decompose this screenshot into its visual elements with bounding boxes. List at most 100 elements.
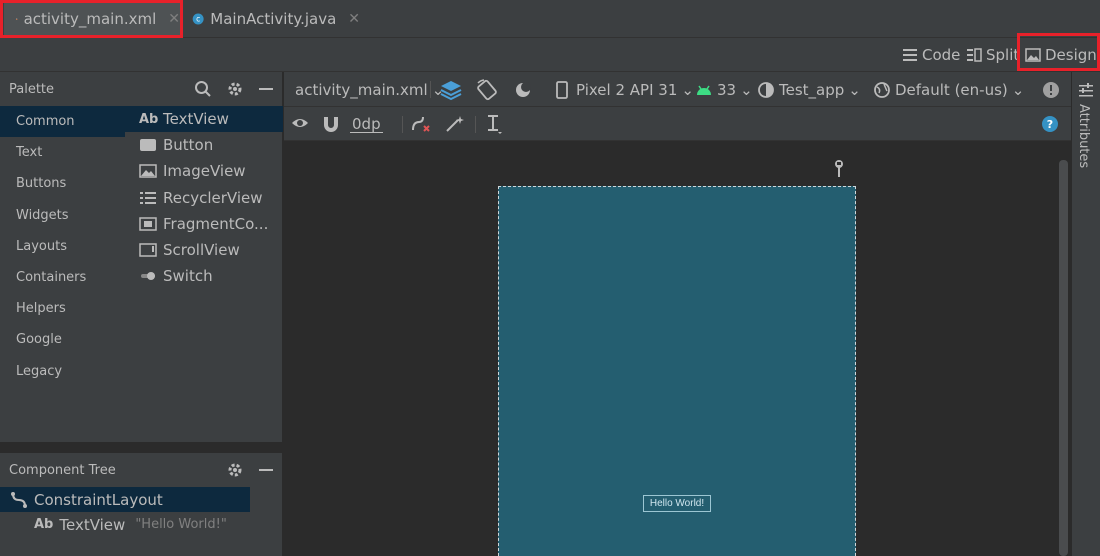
minimize-icon[interactable]	[258, 461, 274, 479]
attributes-strip: Attributes	[1071, 72, 1100, 556]
hello-world-textview[interactable]: Hello World!	[643, 495, 711, 512]
palette-category[interactable]: Text	[0, 137, 125, 168]
design-toolbar-bottom: 0dp ?	[284, 107, 1071, 141]
textview-icon: Ab	[34, 517, 54, 532]
android-icon	[697, 85, 711, 95]
tree-item-label: ConstraintLayout	[34, 490, 163, 509]
locale-label: Default (en-us)	[895, 80, 1008, 99]
svg-text:c: c	[196, 15, 200, 24]
divider	[430, 81, 431, 98]
api-selector[interactable]: 33 ⌄	[695, 72, 753, 107]
close-icon[interactable]: ✕	[348, 11, 360, 27]
chevron-down-icon: ⌄	[681, 80, 694, 99]
palette-header: Palette	[0, 72, 282, 106]
palette-title: Palette	[9, 81, 55, 97]
help-button[interactable]: ?	[1041, 107, 1059, 141]
recyclerview-icon	[139, 191, 159, 205]
scrollview-icon	[139, 243, 159, 257]
api-label: 33	[717, 80, 737, 99]
minimize-icon[interactable]	[258, 80, 274, 98]
tree-item-constraintlayout[interactable]: ConstraintLayout	[0, 487, 250, 512]
warning-icon	[1043, 81, 1059, 98]
palette-category[interactable]: Helpers	[0, 293, 125, 324]
highlight-box-design	[1017, 33, 1100, 71]
theme-icon	[758, 81, 774, 98]
constraint-layout-icon	[11, 491, 27, 508]
device-selector[interactable]: Pixel 2 API 31 ⌄	[554, 72, 694, 107]
attributes-tab[interactable]: Attributes	[1076, 104, 1091, 168]
help-icon: ?	[1042, 116, 1058, 132]
file-selector[interactable]: activity_main.xml ⌄	[295, 72, 444, 107]
sliders-icon	[1079, 83, 1093, 97]
design-toolbar-top: activity_main.xml ⌄ Pixel 2 API 31 ⌄ 33 …	[284, 72, 1071, 107]
clear-constraints-icon	[412, 116, 430, 132]
tab-main-activity[interactable]: c MainActivity.java ✕	[190, 0, 360, 38]
view-mode-bar: Code Split Design	[0, 38, 1100, 72]
palette-category[interactable]: Legacy	[0, 356, 125, 387]
palette-item-scrollview[interactable]: ScrollView	[125, 237, 283, 263]
palette-item-recyclerview[interactable]: RecyclerView	[125, 185, 283, 211]
theme-selector[interactable]: Test_app ⌄	[757, 72, 861, 107]
default-margin-button[interactable]: 0dp	[350, 107, 383, 141]
svg-text:?: ?	[1047, 118, 1053, 131]
palette-items: Ab TextView Button ImageView RecyclerVie…	[125, 106, 283, 442]
globe-icon	[874, 81, 890, 98]
autoconnect-button[interactable]	[321, 107, 341, 141]
palette-category[interactable]: Buttons	[0, 168, 125, 199]
orientation-button[interactable]	[475, 72, 499, 107]
code-mode-label: Code	[922, 46, 961, 64]
palette-item-fragment[interactable]: FragmentCo...	[125, 211, 283, 237]
palette-item-textview[interactable]: Ab TextView	[125, 106, 283, 133]
guidelines-button[interactable]	[484, 107, 504, 141]
switch-icon	[139, 269, 159, 283]
palette-item-label: Button	[163, 136, 214, 155]
locale-selector[interactable]: Default (en-us) ⌄	[873, 72, 1024, 107]
palette-item-label: ScrollView	[163, 241, 240, 260]
gear-icon[interactable]	[226, 80, 244, 98]
code-mode-button[interactable]: Code	[902, 38, 960, 72]
tree-item-textview[interactable]: Ab TextView "Hello World!"	[0, 512, 282, 537]
textview-icon: Ab	[139, 111, 159, 127]
component-tree-panel: Component Tree ConstraintLayout Ab TextV…	[0, 452, 283, 556]
magnet-icon	[324, 117, 338, 132]
eye-icon	[292, 119, 308, 127]
fragment-icon	[139, 217, 159, 231]
rotate-icon	[477, 78, 497, 100]
split-mode-button[interactable]: Split	[966, 38, 1019, 72]
component-tree-header: Component Tree	[0, 453, 282, 487]
clear-constraints-button[interactable]	[410, 107, 432, 141]
palette-categories: Common Text Buttons Widgets Layouts Cont…	[0, 106, 125, 442]
divider	[475, 116, 476, 133]
palette-category[interactable]: Common	[0, 106, 125, 138]
night-mode-button[interactable]	[512, 72, 536, 107]
highlight-box-tab	[0, 0, 183, 38]
chevron-down-icon: ⌄	[1011, 80, 1025, 99]
file-selector-label: activity_main.xml	[295, 80, 428, 99]
warnings-button[interactable]	[1041, 72, 1061, 107]
lines-icon	[903, 49, 917, 61]
layers-button[interactable]	[439, 72, 463, 107]
component-tree-title: Component Tree	[9, 462, 116, 478]
palette-item-switch[interactable]: Switch	[125, 263, 283, 289]
phone-icon	[556, 80, 568, 99]
chevron-down-icon: ⌄	[740, 80, 753, 99]
palette-item-imageview[interactable]: ImageView	[125, 158, 283, 184]
button-icon	[139, 138, 159, 152]
magic-wand-icon	[446, 116, 464, 132]
gear-icon[interactable]	[226, 461, 244, 479]
palette-panel: Palette Common Text Buttons Widgets Layo…	[0, 72, 283, 442]
layers-icon	[440, 80, 462, 100]
palette-item-button[interactable]: Button	[125, 132, 283, 158]
palette-category[interactable]: Google	[0, 324, 125, 355]
palette-item-label: ImageView	[163, 162, 246, 181]
canvas-scrollbar[interactable]	[1059, 160, 1068, 556]
palette-item-label: FragmentCo...	[163, 214, 269, 233]
java-class-icon: c	[192, 13, 204, 25]
infer-constraints-button[interactable]	[444, 107, 466, 141]
search-icon[interactable]	[194, 80, 212, 98]
view-options-button[interactable]	[290, 107, 314, 141]
palette-category[interactable]: Containers	[0, 262, 125, 293]
palette-category[interactable]: Widgets	[0, 200, 125, 231]
palette-category[interactable]: Layouts	[0, 231, 125, 262]
wrench-icon[interactable]	[831, 159, 847, 179]
